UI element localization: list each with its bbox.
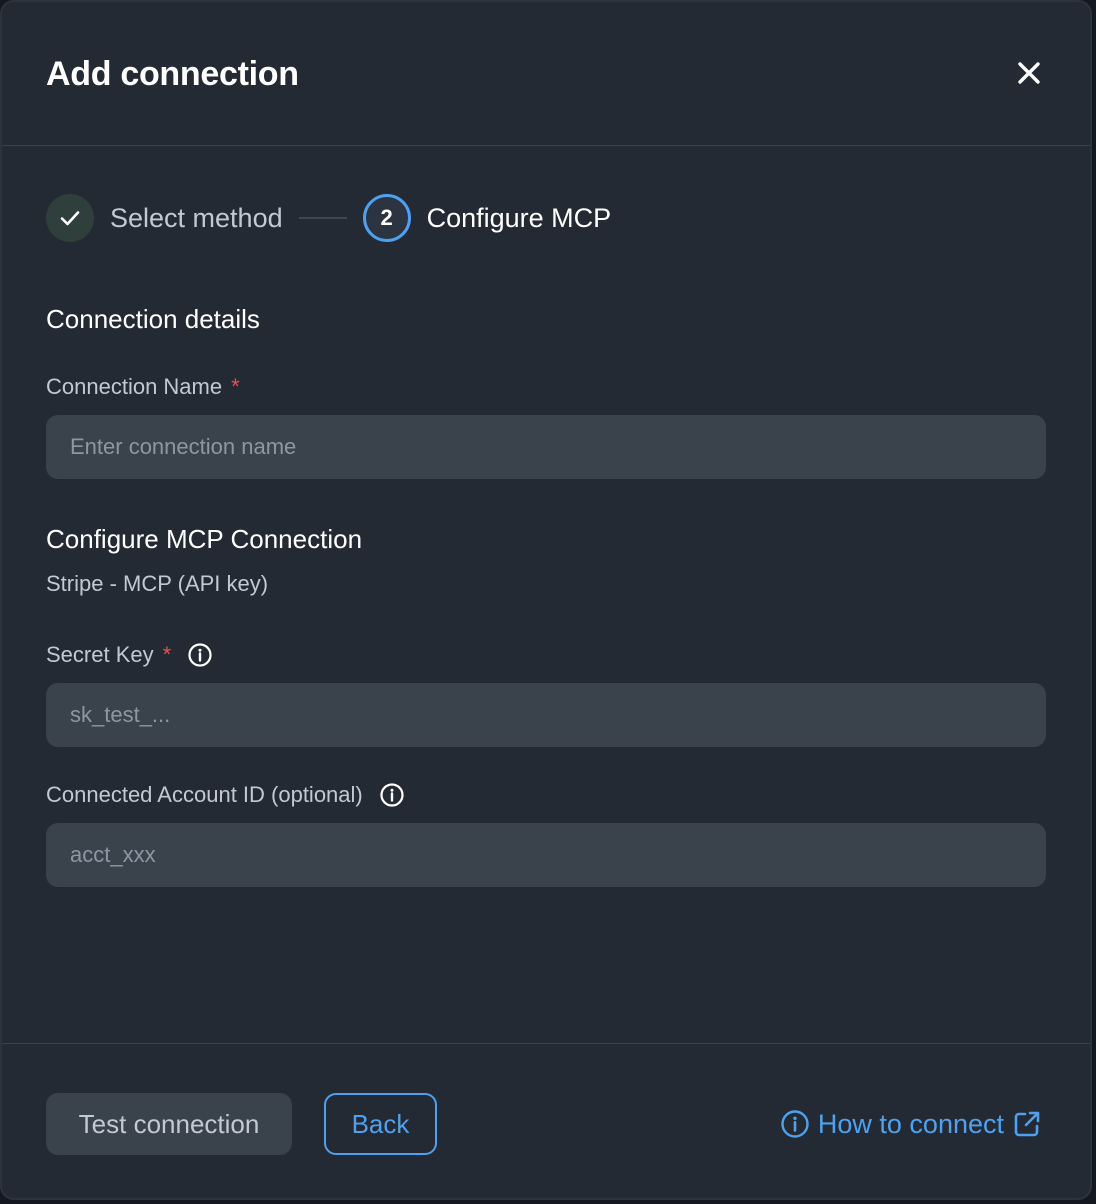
how-to-connect-link[interactable]: How to connect [780,1106,1042,1142]
connection-name-label-text: Connection Name [46,374,223,399]
back-button[interactable]: Back [324,1093,437,1155]
required-asterisk: * [162,642,172,667]
account-id-label-text: Connected Account ID (optional) [46,782,363,807]
step-number-badge: 2 [362,194,411,242]
test-connection-button[interactable]: Test connection [46,1093,292,1155]
step-completed-indicator [46,194,94,242]
stepper: Select method 2 Configure MCP [46,194,611,242]
step-connector [298,217,347,219]
required-asterisk: * [231,374,240,399]
connection-name-input[interactable] [46,415,1046,479]
secret-key-input[interactable] [46,683,1046,747]
external-link-icon [1014,1111,1040,1137]
info-icon [781,1110,809,1138]
close-button[interactable] [1012,56,1046,90]
connection-details-heading: Connection details [46,304,260,334]
mcp-provider-subtitle: Stripe - MCP (API key) [46,571,269,596]
step-configure-mcp: Configure MCP [426,203,612,233]
how-to-connect-label: How to connect [817,1108,1004,1139]
step-select-method: Select method [110,203,283,233]
close-icon [1018,62,1040,84]
account-id-label: Connected Account ID (optional) [46,780,405,810]
connection-name-label: Connection Name * [46,372,240,402]
secret-key-label: Secret Key * [46,640,213,670]
secret-key-info-icon[interactable] [187,642,213,668]
dialog-title: Add connection [46,55,299,93]
account-id-input[interactable] [46,823,1046,887]
configure-mcp-heading: Configure MCP Connection [46,524,363,554]
check-icon [60,211,80,226]
add-connection-dialog: Add connection Select method 2 Configure… [0,0,1092,1200]
account-id-info-icon[interactable] [379,782,405,808]
secret-key-label-text: Secret Key [46,642,154,667]
dialog-header: Add connection [2,2,1090,146]
